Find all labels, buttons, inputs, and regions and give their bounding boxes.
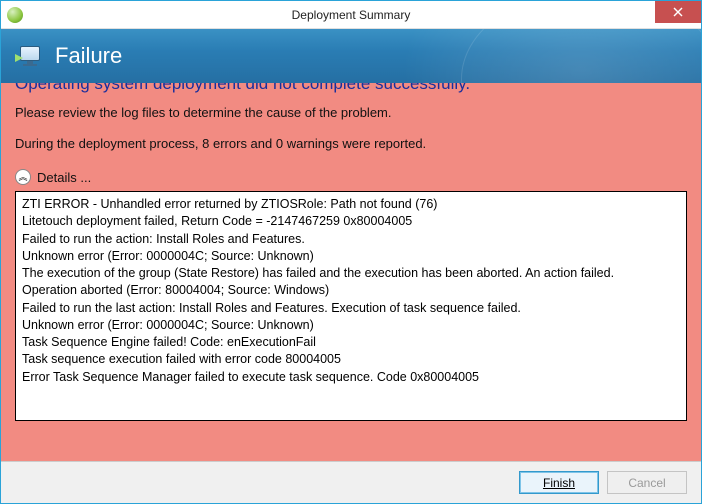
cancel-button: Cancel (607, 471, 687, 494)
log-line: The execution of the group (State Restor… (22, 265, 680, 282)
cancel-button-label: Cancel (628, 476, 665, 490)
status-heading: Operating system deployment did not comp… (15, 83, 687, 93)
log-line: Task Sequence Engine failed! Code: enExe… (22, 334, 680, 351)
deployment-summary-window: Deployment Summary Failure Operating sys… (0, 0, 702, 504)
titlebar: Deployment Summary (1, 1, 701, 29)
log-line: ZTI ERROR - Unhandled error returned by … (22, 196, 680, 213)
app-icon (7, 7, 23, 23)
log-line: Error Task Sequence Manager failed to ex… (22, 369, 680, 386)
footer: Finish Cancel (1, 461, 701, 503)
details-toggle-row: ︽ Details ... (15, 169, 687, 185)
banner-title: Failure (55, 43, 122, 69)
log-line: Operation aborted (Error: 80004004; Sour… (22, 282, 680, 299)
banner: Failure (1, 29, 701, 83)
log-line: Failed to run the last action: Install R… (22, 300, 680, 317)
chevron-up-icon: ︽ (18, 173, 27, 182)
close-icon (673, 7, 683, 17)
deployment-icon (15, 44, 43, 68)
content-panel: Operating system deployment did not comp… (1, 83, 701, 461)
log-line: Failed to run the action: Install Roles … (22, 231, 680, 248)
log-line: Unknown error (Error: 0000004C; Source: … (22, 317, 680, 334)
details-toggle-button[interactable]: ︽ (15, 169, 31, 185)
window-title: Deployment Summary (1, 8, 701, 22)
finish-button[interactable]: Finish (519, 471, 599, 494)
counts-message: During the deployment process, 8 errors … (15, 136, 687, 151)
log-line: Unknown error (Error: 0000004C; Source: … (22, 248, 680, 265)
log-line: Task sequence execution failed with erro… (22, 351, 680, 368)
close-button[interactable] (655, 1, 701, 23)
log-line: Litetouch deployment failed, Return Code… (22, 213, 680, 230)
banner-decoration (401, 29, 701, 83)
error-log-box[interactable]: ZTI ERROR - Unhandled error returned by … (15, 191, 687, 421)
review-message: Please review the log files to determine… (15, 105, 687, 120)
finish-button-label: Finish (543, 476, 575, 490)
banner-decoration (461, 29, 701, 83)
details-label: Details ... (37, 170, 91, 185)
